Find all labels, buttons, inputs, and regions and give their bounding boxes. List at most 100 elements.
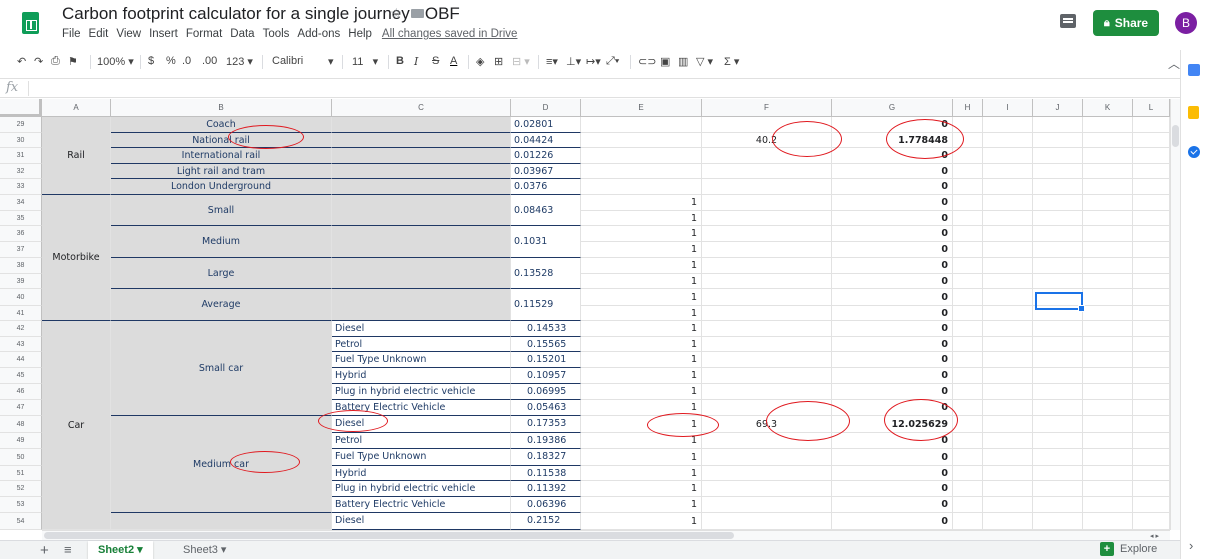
cell-b40[interactable]: Average	[111, 289, 332, 321]
cell-b32[interactable]: Light rail and tram	[111, 164, 332, 179]
grid-area[interactable]: A B C D E F G H I J K L 29 30 31 32 33 34 35 36 37 38 39 40 41 42…	[0, 99, 1180, 530]
cell-d36[interactable]: 0.1031	[511, 226, 581, 258]
cell-b31[interactable]: International rail	[111, 148, 332, 164]
folder-icon[interactable]	[411, 9, 424, 18]
cell-i41[interactable]	[983, 306, 1033, 321]
cell-g44[interactable]: 0	[832, 352, 953, 368]
cell-e41[interactable]: 1	[581, 306, 702, 321]
cell-i34[interactable]	[983, 195, 1033, 211]
cell-e34[interactable]: 1	[581, 195, 702, 211]
cell-i39[interactable]	[983, 274, 1033, 289]
cell-g38[interactable]: 0	[832, 258, 953, 274]
cell-i30[interactable]	[983, 133, 1033, 148]
cell-k31[interactable]	[1083, 148, 1133, 164]
cell-g34[interactable]: 0	[832, 195, 953, 211]
cell-c53[interactable]: Battery Electric Vehicle	[332, 497, 511, 513]
cell-l36[interactable]	[1133, 226, 1170, 242]
cell-d34[interactable]: 0.08463	[511, 195, 581, 226]
cell-h51[interactable]	[953, 466, 983, 481]
cell-k54[interactable]	[1083, 513, 1133, 530]
cell-f42[interactable]	[702, 321, 832, 337]
cell-j54[interactable]	[1033, 513, 1083, 530]
cell-k53[interactable]	[1083, 497, 1133, 513]
cell-h37[interactable]	[953, 242, 983, 258]
cell-i36[interactable]	[983, 226, 1033, 242]
more-formats-select[interactable]: 123 ▾	[226, 55, 253, 68]
cell-d46[interactable]: 0.06995	[511, 384, 581, 400]
cell-a-car[interactable]: Car	[42, 321, 111, 530]
cell-j42[interactable]	[1033, 321, 1083, 337]
cell-i53[interactable]	[983, 497, 1033, 513]
cell-e30[interactable]	[581, 133, 702, 148]
cell-d53[interactable]: 0.06396	[511, 497, 581, 513]
cell-j30[interactable]	[1033, 133, 1083, 148]
wrap-icon[interactable]: ↦▾	[586, 55, 601, 68]
cell-i31[interactable]	[983, 148, 1033, 164]
row-header-50[interactable]: 50	[0, 449, 42, 466]
cell-l31[interactable]	[1133, 148, 1170, 164]
cell-c33[interactable]	[332, 179, 511, 195]
cell-g42[interactable]: 0	[832, 321, 953, 337]
formula-input[interactable]	[28, 81, 29, 96]
cell-d32[interactable]: 0.03967	[511, 164, 581, 179]
row-header-36[interactable]: 36	[0, 226, 42, 242]
row-header-29[interactable]: 29	[0, 117, 42, 133]
cell-d29[interactable]: 0.02801	[511, 117, 581, 133]
tab-sheet2[interactable]: Sheet2 ▾	[88, 541, 153, 559]
cell-f44[interactable]	[702, 352, 832, 368]
cell-e50[interactable]: 1	[581, 449, 702, 466]
cell-g37[interactable]: 0	[832, 242, 953, 258]
row-header-53[interactable]: 53	[0, 497, 42, 513]
cell-j51[interactable]	[1033, 466, 1083, 481]
menu-format[interactable]: Format	[186, 28, 222, 40]
zoom-select[interactable]: 100% ▾	[97, 55, 134, 68]
cell-l45[interactable]	[1133, 368, 1170, 384]
cell-k40[interactable]	[1083, 289, 1133, 306]
cell-d45[interactable]: 0.10957	[511, 368, 581, 384]
cell-f52[interactable]	[702, 481, 832, 497]
cell-i50[interactable]	[983, 449, 1033, 466]
cell-k37[interactable]	[1083, 242, 1133, 258]
cell-k42[interactable]	[1083, 321, 1133, 337]
cell-k39[interactable]	[1083, 274, 1133, 289]
cell-l33[interactable]	[1133, 179, 1170, 195]
valign-icon[interactable]: ⊥▾	[566, 55, 581, 68]
cell-h47[interactable]	[953, 400, 983, 416]
cell-g43[interactable]: 0	[832, 337, 953, 352]
print-icon[interactable]: ⎙	[51, 55, 60, 68]
cell-e46[interactable]: 1	[581, 384, 702, 400]
column-header-e[interactable]: E	[581, 99, 702, 117]
cell-k33[interactable]	[1083, 179, 1133, 195]
cell-l40[interactable]	[1133, 289, 1170, 306]
cell-l49[interactable]	[1133, 433, 1170, 449]
cell-d50[interactable]: 0.18327	[511, 449, 581, 466]
cell-c32[interactable]	[332, 164, 511, 179]
collapse-icon[interactable]: ︿	[1168, 55, 1180, 72]
cell-j32[interactable]	[1033, 164, 1083, 179]
keep-icon[interactable]	[1188, 106, 1199, 119]
cell-f36[interactable]	[702, 226, 832, 242]
vertical-scrollbar[interactable]	[1170, 99, 1180, 530]
cell-h33[interactable]	[953, 179, 983, 195]
cell-i35[interactable]	[983, 211, 1033, 226]
menu-file[interactable]: File	[62, 28, 81, 40]
cell-k32[interactable]	[1083, 164, 1133, 179]
cell-f34[interactable]	[702, 195, 832, 211]
row-header-31[interactable]: 31	[0, 148, 42, 164]
cell-e45[interactable]: 1	[581, 368, 702, 384]
cell-c44[interactable]: Fuel Type Unknown	[332, 352, 511, 368]
row-header-54[interactable]: 54	[0, 513, 42, 530]
cell-j43[interactable]	[1033, 337, 1083, 352]
cell-j49[interactable]	[1033, 433, 1083, 449]
menu-tools[interactable]: Tools	[263, 28, 290, 40]
currency-button[interactable]: $	[148, 55, 154, 67]
avatar[interactable]: B	[1175, 12, 1197, 34]
cell-f37[interactable]	[702, 242, 832, 258]
cell-c54[interactable]: Diesel	[332, 513, 511, 530]
link-icon[interactable]: ⊂⊃	[638, 55, 656, 68]
cell-b54[interactable]	[111, 513, 332, 530]
spreadsheet-grid[interactable]: A B C D E F G H I J K L 29 30 31 32 33 34 35 36 37 38 39 40 41 42…	[0, 99, 1180, 530]
cell-k46[interactable]	[1083, 384, 1133, 400]
cell-h43[interactable]	[953, 337, 983, 352]
cell-c45[interactable]: Hybrid	[332, 368, 511, 384]
